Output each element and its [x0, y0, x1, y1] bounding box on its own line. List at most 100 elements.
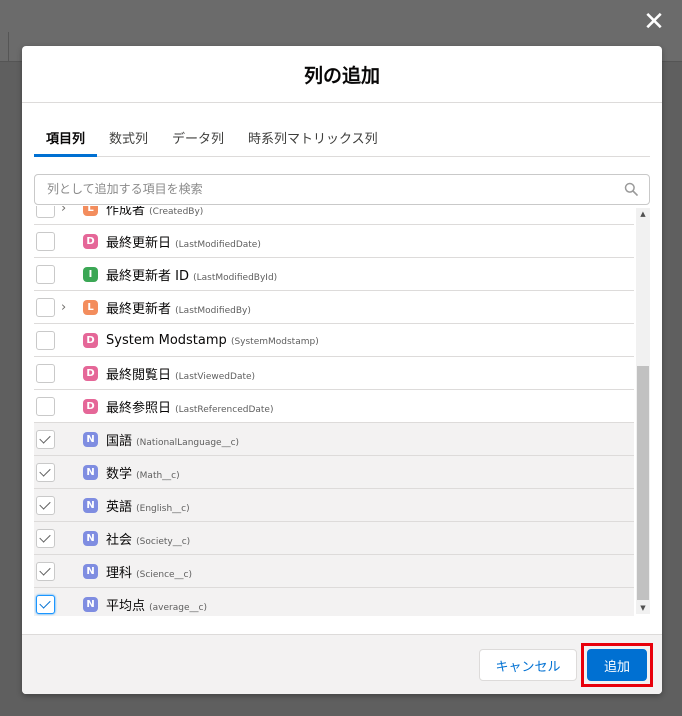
field-type-icon: D	[83, 233, 98, 249]
field-row[interactable]: N 数学 (Math__c)	[34, 456, 634, 489]
field-checkbox[interactable]	[36, 396, 55, 416]
field-type-icon: N	[83, 497, 98, 513]
field-label: 最終更新者 (LastModifiedBy)	[106, 298, 251, 317]
background-panel	[0, 32, 9, 62]
field-checkbox[interactable]	[36, 594, 55, 614]
field-checkbox[interactable]	[36, 462, 55, 482]
field-name: 最終閲覧日	[106, 367, 172, 383]
field-api-name: (Math__c)	[136, 470, 180, 481]
field-row[interactable]: D 最終参照日 (LastReferencedDate)	[34, 390, 634, 423]
field-row[interactable]: D 最終更新日 (LastModifiedDate)	[34, 225, 634, 258]
expand-chevron-icon[interactable]: ›	[61, 206, 66, 216]
field-list[interactable]: › L 作成者 (CreatedBy) D 最終更新日 (LastModifiedDat…	[34, 206, 650, 616]
field-checkbox[interactable]	[36, 206, 55, 218]
field-name: 最終更新者 ID	[106, 268, 189, 284]
field-type-icon: D	[83, 332, 98, 348]
field-row[interactable]: N 社会 (Society__c)	[34, 522, 634, 555]
tab-formula-columns[interactable]: 数式列	[97, 120, 160, 157]
field-name: 国語	[106, 433, 133, 449]
field-api-name: (LastModifiedBy)	[175, 305, 251, 316]
field-type-icon: I	[83, 266, 98, 282]
field-api-name: (LastReferencedDate)	[175, 404, 274, 415]
field-row[interactable]: D System Modstamp (SystemModstamp)	[34, 324, 634, 357]
field-checkbox[interactable]	[36, 528, 55, 548]
tab-data-columns[interactable]: データ列	[160, 120, 236, 157]
field-label: 最終参照日 (LastReferencedDate)	[106, 397, 273, 416]
field-api-name: (LastModifiedById)	[193, 272, 278, 283]
field-name: 社会	[106, 532, 133, 548]
field-row[interactable]: N 国語 (NationalLanguage__c)	[34, 423, 634, 456]
field-label: 最終更新者 ID (LastModifiedById)	[106, 265, 277, 284]
field-row[interactable]: I 最終更新者 ID (LastModifiedById)	[34, 258, 634, 291]
field-api-name: (average__c)	[149, 602, 207, 613]
field-type-icon: N	[83, 431, 98, 447]
field-checkbox[interactable]	[36, 330, 55, 350]
field-name: System Modstamp	[106, 332, 227, 348]
field-checkbox[interactable]	[36, 363, 55, 383]
add-button[interactable]: 追加	[587, 649, 647, 681]
field-checkbox[interactable]	[36, 429, 55, 449]
field-row[interactable]: › L 最終更新者 (LastModifiedBy)	[34, 291, 634, 324]
field-label: 作成者 (CreatedBy)	[106, 206, 203, 218]
field-type-icon: N	[83, 596, 98, 612]
field-label: System Modstamp (SystemModstamp)	[106, 333, 319, 348]
field-label: 平均点 (average__c)	[106, 595, 207, 614]
scroll-thumb[interactable]	[637, 366, 649, 600]
field-api-name: (CreatedBy)	[149, 206, 204, 217]
field-api-name: (SystemModstamp)	[230, 336, 319, 347]
field-row[interactable]: N 平均点 (average__c)	[34, 588, 634, 616]
field-label: 国語 (NationalLanguage__c)	[106, 430, 239, 449]
field-checkbox[interactable]	[36, 495, 55, 515]
search-icon	[624, 182, 638, 196]
list-scrollbar[interactable]: ▲ ▼	[636, 208, 650, 614]
tab-field-columns[interactable]: 項目列	[34, 120, 98, 157]
field-label: 理科 (Science__c)	[106, 562, 192, 581]
field-name: 数学	[106, 466, 133, 482]
field-name: 最終更新者	[106, 301, 172, 317]
close-icon[interactable]: ✕	[640, 8, 668, 36]
field-label: 最終閲覧日 (LastViewedDate)	[106, 364, 255, 383]
add-button-highlight: 追加	[581, 643, 653, 687]
scroll-down-arrow-icon[interactable]: ▼	[636, 602, 650, 614]
add-column-modal: 列の追加 項目列 数式列 データ列 時系列マトリックス列 › L 作成者 (Crea…	[22, 46, 662, 694]
field-type-icon: N	[83, 563, 98, 579]
field-type-icon: D	[83, 365, 98, 381]
field-name: 最終参照日	[106, 400, 172, 416]
field-api-name: (LastViewedDate)	[175, 371, 256, 382]
modal-footer: キャンセル 追加	[22, 634, 662, 694]
field-api-name: (English__c)	[136, 503, 190, 514]
field-name: 作成者	[106, 206, 146, 218]
field-checkbox[interactable]	[36, 561, 55, 581]
field-search-box	[34, 174, 650, 205]
field-checkbox[interactable]	[36, 231, 55, 251]
field-type-icon: N	[83, 464, 98, 480]
field-api-name: (Science__c)	[136, 569, 193, 580]
field-type-icon: L	[83, 299, 98, 315]
field-label: 社会 (Society__c)	[106, 529, 190, 548]
modal-header: 列の追加	[22, 46, 662, 103]
field-label: 英語 (English__c)	[106, 496, 190, 515]
field-label: 最終更新日 (LastModifiedDate)	[106, 232, 261, 251]
field-name: 理科	[106, 565, 133, 581]
tab-bar: 項目列 数式列 データ列 時系列マトリックス列	[34, 120, 650, 157]
cancel-button[interactable]: キャンセル	[479, 649, 577, 681]
field-type-icon: D	[83, 398, 98, 414]
field-type-icon: N	[83, 530, 98, 546]
field-label: 数学 (Math__c)	[106, 463, 180, 482]
field-row[interactable]: › L 作成者 (CreatedBy)	[34, 206, 634, 225]
field-checkbox[interactable]	[36, 297, 55, 317]
field-row[interactable]: D 最終閲覧日 (LastViewedDate)	[34, 357, 634, 390]
expand-chevron-icon[interactable]: ›	[61, 300, 66, 315]
scroll-up-arrow-icon[interactable]: ▲	[636, 208, 650, 220]
modal-title: 列の追加	[303, 64, 380, 87]
field-checkbox[interactable]	[36, 264, 55, 284]
field-api-name: (LastModifiedDate)	[175, 239, 261, 250]
field-api-name: (Society__c)	[136, 536, 191, 547]
tab-time-series-matrix-columns[interactable]: 時系列マトリックス列	[236, 120, 390, 157]
field-row[interactable]: N 英語 (English__c)	[34, 489, 634, 522]
field-name: 平均点	[106, 598, 146, 614]
field-name: 最終更新日	[106, 235, 172, 251]
field-api-name: (NationalLanguage__c)	[136, 437, 240, 448]
search-input[interactable]	[47, 182, 607, 196]
field-row[interactable]: N 理科 (Science__c)	[34, 555, 634, 588]
